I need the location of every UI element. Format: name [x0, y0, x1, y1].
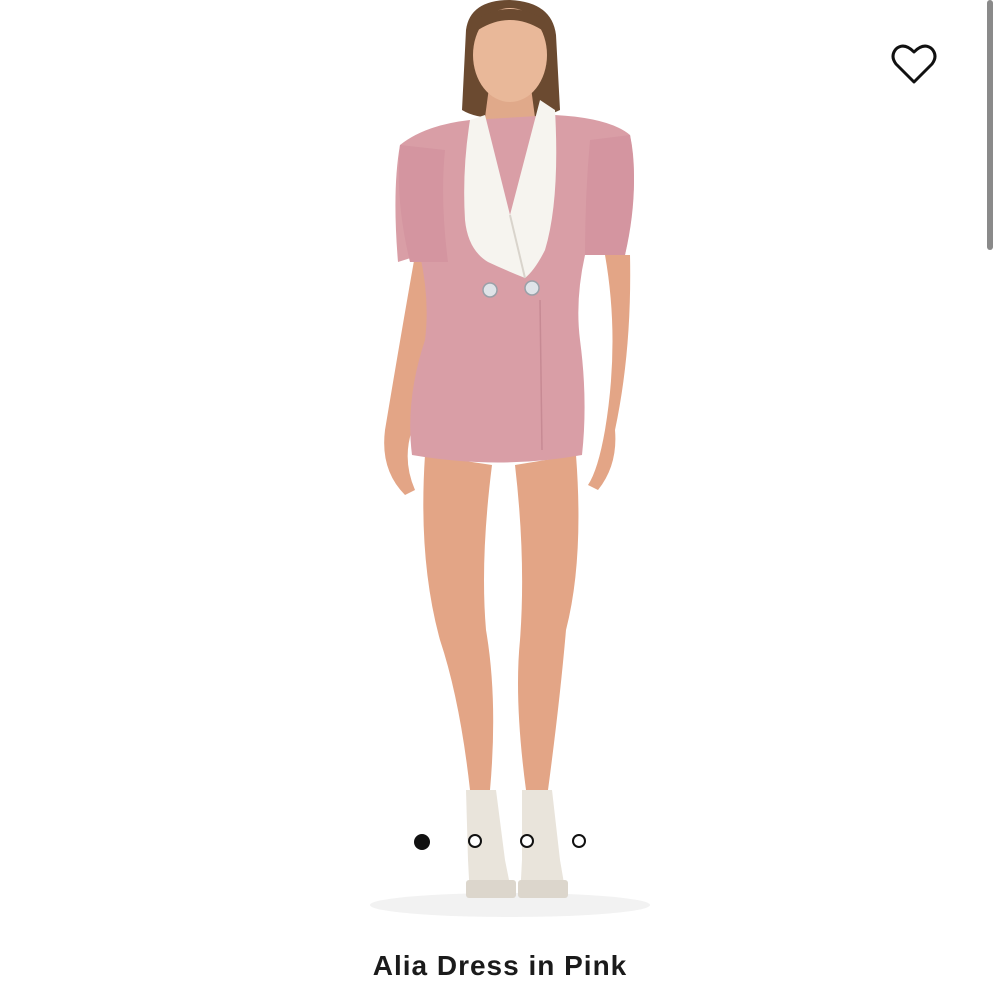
pagination-dot-2[interactable] [468, 834, 482, 848]
heart-outline-icon [891, 44, 937, 84]
favorite-button[interactable] [888, 40, 940, 88]
product-title: Alia Dress in Pink [372, 950, 628, 981]
pagination-dot-1[interactable] [414, 834, 430, 850]
product-image[interactable] [0, 0, 1000, 940]
image-pagination [0, 834, 1000, 854]
pagination-dot-3[interactable] [520, 834, 534, 848]
model-illustration [370, 0, 650, 917]
scrollbar[interactable] [987, 0, 993, 250]
pagination-dot-4[interactable] [572, 834, 586, 848]
